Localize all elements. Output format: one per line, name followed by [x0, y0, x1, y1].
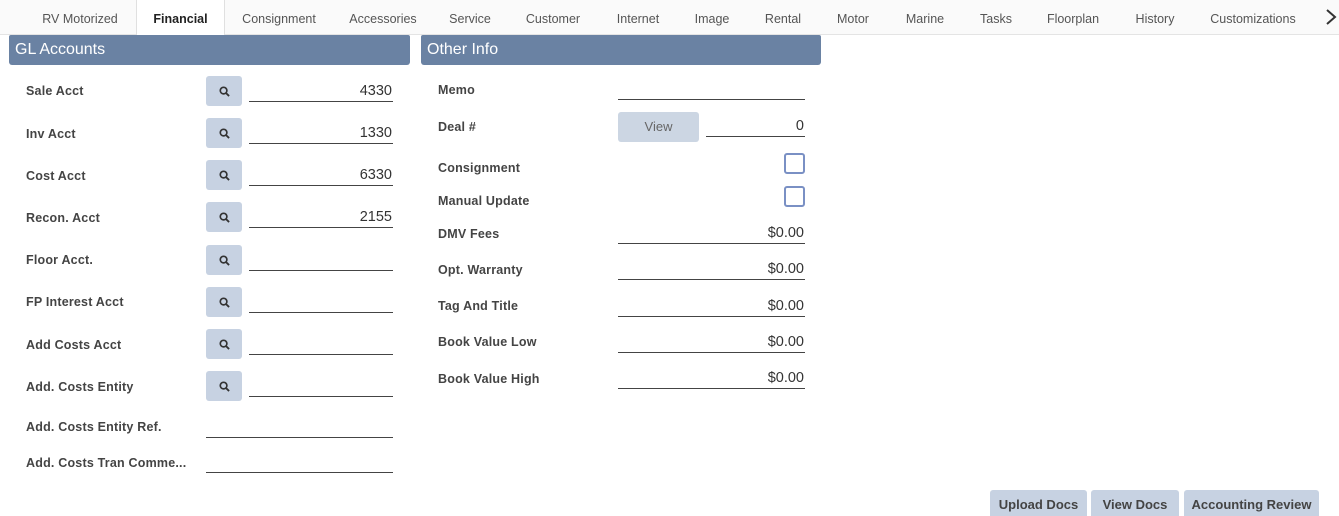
- gl-accounts-header: GL Accounts: [9, 35, 410, 65]
- book-value-low-field[interactable]: $0.00: [618, 331, 805, 353]
- fp-interest-acct-label: FP Interest Acct: [26, 295, 124, 309]
- tab-service[interactable]: Service: [440, 0, 500, 35]
- manual-update-checkbox[interactable]: [784, 186, 805, 207]
- dmv-fees-field[interactable]: $0.00: [618, 222, 805, 244]
- opt-warranty-label: Opt. Warranty: [438, 263, 523, 277]
- fp-interest-acct-field[interactable]: [249, 291, 393, 313]
- sale-acct-field[interactable]: 4330: [249, 80, 393, 102]
- inv-acct-field[interactable]: 1330: [249, 122, 393, 144]
- search-icon: [218, 338, 230, 350]
- add-costs-entity-ref-field[interactable]: [206, 416, 393, 438]
- book-value-low-label: Book Value Low: [438, 335, 537, 349]
- add-costs-acct-field[interactable]: [249, 333, 393, 355]
- memo-field[interactable]: [618, 78, 805, 100]
- floor-acct-label: Floor Acct.: [26, 253, 94, 267]
- search-icon: [218, 211, 230, 223]
- opt-warranty-field[interactable]: $0.00: [618, 258, 805, 280]
- tag-and-title-field[interactable]: $0.00: [618, 295, 805, 317]
- add-costs-entity-label: Add. Costs Entity: [26, 380, 134, 394]
- add-costs-entity-lookup-button[interactable]: [206, 371, 242, 401]
- accounting-review-button[interactable]: Accounting Review: [1184, 490, 1319, 516]
- add-costs-acct-lookup-button[interactable]: [206, 329, 242, 359]
- tab-bar: RV Motorized Financial Consignment Acces…: [0, 0, 1339, 36]
- tab-rv-motorized[interactable]: RV Motorized: [30, 0, 130, 35]
- recon-acct-label: Recon. Acct: [26, 211, 100, 225]
- cost-acct-lookup-button[interactable]: [206, 160, 242, 190]
- tab-history[interactable]: History: [1124, 0, 1186, 35]
- consignment-label: Consignment: [438, 161, 521, 175]
- tab-customizations[interactable]: Customizations: [1200, 0, 1306, 35]
- search-icon: [218, 127, 230, 139]
- book-value-high-field[interactable]: $0.00: [618, 367, 805, 389]
- upload-docs-button[interactable]: Upload Docs: [990, 490, 1087, 516]
- search-icon: [218, 254, 230, 266]
- book-value-high-label: Book Value High: [438, 372, 540, 386]
- tag-and-title-label: Tag And Title: [438, 299, 519, 313]
- add-costs-entity-ref-label: Add. Costs Entity Ref.: [26, 420, 162, 434]
- deal-number-label: Deal #: [438, 120, 477, 134]
- tab-motor[interactable]: Motor: [826, 0, 880, 35]
- cost-acct-label: Cost Acct: [26, 169, 86, 183]
- manual-update-label: Manual Update: [438, 194, 530, 208]
- tab-floorplan[interactable]: Floorplan: [1038, 0, 1108, 35]
- consignment-checkbox[interactable]: [784, 153, 805, 174]
- deal-number-field[interactable]: 0: [706, 115, 805, 137]
- search-icon: [218, 380, 230, 392]
- dmv-fees-label: DMV Fees: [438, 227, 500, 241]
- inv-acct-label: Inv Acct: [26, 127, 76, 141]
- inv-acct-lookup-button[interactable]: [206, 118, 242, 148]
- add-costs-tran-comment-field[interactable]: [206, 451, 393, 473]
- tab-tasks[interactable]: Tasks: [970, 0, 1022, 35]
- tab-customer[interactable]: Customer: [515, 0, 591, 35]
- tab-consignment[interactable]: Consignment: [232, 0, 326, 35]
- search-icon: [218, 296, 230, 308]
- tab-rental[interactable]: Rental: [755, 0, 811, 35]
- sale-acct-label: Sale Acct: [26, 84, 84, 98]
- fp-interest-acct-lookup-button[interactable]: [206, 287, 242, 317]
- floor-acct-field[interactable]: [249, 249, 393, 271]
- add-costs-tran-comment-label: Add. Costs Tran Comme...: [26, 456, 187, 470]
- memo-label: Memo: [438, 83, 475, 97]
- tab-financial[interactable]: Financial: [136, 0, 225, 36]
- tab-marine[interactable]: Marine: [896, 0, 954, 35]
- add-costs-acct-label: Add Costs Acct: [26, 338, 122, 352]
- recon-acct-lookup-button[interactable]: [206, 202, 242, 232]
- search-icon: [218, 169, 230, 181]
- chevron-right-icon[interactable]: [1325, 8, 1339, 28]
- deal-view-button[interactable]: View: [618, 112, 699, 142]
- recon-acct-field[interactable]: 2155: [249, 206, 393, 228]
- other-info-header: Other Info: [421, 35, 821, 65]
- tab-accessories[interactable]: Accessories: [340, 0, 426, 35]
- cost-acct-field[interactable]: 6330: [249, 164, 393, 186]
- tab-image[interactable]: Image: [687, 0, 737, 35]
- floor-acct-lookup-button[interactable]: [206, 245, 242, 275]
- tab-internet[interactable]: Internet: [606, 0, 670, 35]
- sale-acct-lookup-button[interactable]: [206, 76, 242, 106]
- view-docs-button[interactable]: View Docs: [1091, 490, 1179, 516]
- search-icon: [218, 85, 230, 97]
- add-costs-entity-field[interactable]: [249, 375, 393, 397]
